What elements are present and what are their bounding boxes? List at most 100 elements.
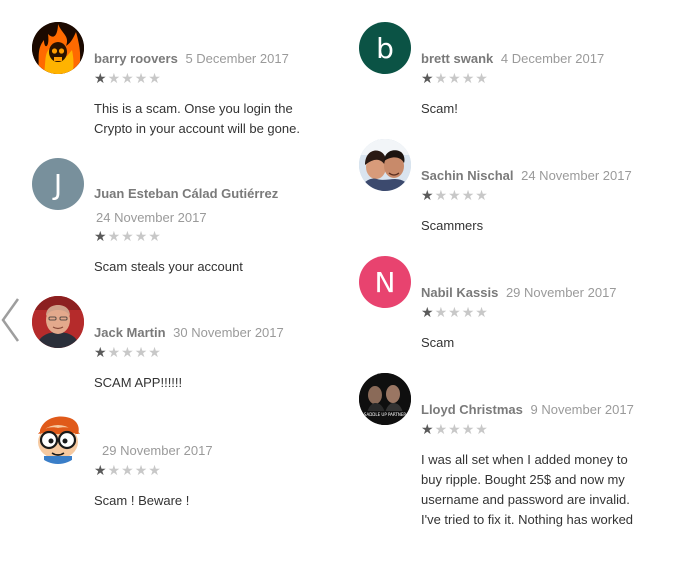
review-header: brett swank 4 December 2017 (421, 51, 689, 67)
star-empty-icon: ★ (448, 187, 462, 203)
review-body: Nabil Kassis 29 November 2017 ★★★★★ Scam (421, 256, 689, 353)
star-empty-icon: ★ (134, 462, 149, 478)
reviewer-avatar: b (359, 22, 411, 74)
review-date: 4 December 2017 (500, 51, 605, 66)
avatar-letter: b (376, 31, 394, 65)
star-empty-icon: ★ (461, 304, 476, 320)
couple-selfie-avatar (359, 139, 411, 191)
star-empty-icon: ★ (475, 187, 489, 203)
star-filled-icon: ★ (421, 304, 435, 320)
star-rating: ★★★★★ (421, 421, 689, 437)
star-empty-icon: ★ (107, 70, 122, 86)
review-date: 24 November 2017 (96, 210, 207, 225)
star-empty-icon: ★ (461, 187, 476, 203)
review-date: 24 November 2017 (521, 168, 632, 183)
star-empty-icon: ★ (475, 304, 489, 320)
star-empty-icon: ★ (434, 421, 449, 437)
review-date: 5 December 2017 (185, 51, 289, 66)
review-date: 29 November 2017 (505, 285, 617, 300)
star-rating: ★★★★★ (421, 187, 689, 203)
star-filled-icon: ★ (94, 462, 108, 478)
review-header: barry roovers 5 December 2017 (94, 51, 332, 67)
star-filled-icon: ★ (94, 344, 108, 360)
star-filled-icon: ★ (421, 187, 435, 203)
star-empty-icon: ★ (134, 228, 149, 244)
author-name[interactable]: Juan Esteban Cálad Gutiérrez (94, 186, 278, 201)
star-empty-icon: ★ (107, 228, 122, 244)
star-empty-icon: ★ (448, 70, 462, 86)
previous-arrow-button[interactable] (0, 296, 22, 344)
reviewer-avatar: J (32, 158, 84, 210)
review-header: 29 November 2017 (94, 443, 332, 459)
star-empty-icon: ★ (434, 304, 449, 320)
star-rating: ★★★★★ (94, 344, 332, 360)
star-rating: ★★★★★ (94, 462, 332, 478)
star-empty-icon: ★ (121, 462, 135, 478)
review-body: Lloyd Christmas 9 November 2017 ★★★★★ I … (421, 373, 689, 530)
review-header: Juan Esteban Cálad Gutiérrez (94, 186, 332, 202)
author-name[interactable]: barry roovers (94, 51, 178, 66)
star-rating: ★★★★★ (421, 70, 689, 86)
star-empty-icon: ★ (121, 228, 135, 244)
review-text: This is a scam. Onse you login the Crypt… (94, 101, 300, 136)
reviewer-avatar (32, 412, 84, 464)
star-empty-icon: ★ (434, 187, 449, 203)
bald-man-photo-avatar (32, 296, 84, 348)
review-body: brett swank 4 December 2017 ★★★★★ Scam! (421, 22, 689, 119)
review-text: Scam ! Beware ! (94, 493, 190, 508)
star-empty-icon: ★ (121, 70, 135, 86)
star-empty-icon: ★ (134, 70, 149, 86)
star-empty-icon: ★ (148, 344, 162, 360)
star-empty-icon: ★ (475, 70, 489, 86)
review-date: 9 November 2017 (530, 402, 634, 417)
star-empty-icon: ★ (107, 344, 122, 360)
star-empty-icon: ★ (148, 70, 162, 86)
reviewer-avatar (32, 296, 84, 348)
star-empty-icon: ★ (121, 344, 135, 360)
author-name[interactable]: Lloyd Christmas (421, 402, 523, 417)
avatar-letter: N (374, 265, 396, 299)
flaming-skull-avatar (32, 22, 84, 74)
chevron-left-icon (1, 298, 20, 342)
review-date: 30 November 2017 (173, 325, 284, 340)
review-date: 29 November 2017 (102, 443, 213, 458)
review-text: Scammers (421, 218, 484, 233)
star-empty-icon: ★ (448, 421, 462, 437)
author-name[interactable]: Nabil Kassis (421, 285, 498, 300)
star-empty-icon: ★ (148, 228, 162, 244)
star-empty-icon: ★ (134, 344, 149, 360)
star-rating: ★★★★★ (421, 304, 689, 320)
author-name[interactable]: brett swank (421, 51, 493, 66)
star-empty-icon: ★ (434, 70, 449, 86)
author-name[interactable]: Sachin Nischal (421, 168, 513, 183)
star-empty-icon: ★ (475, 421, 489, 437)
review-header: Lloyd Christmas 9 November 2017 (421, 402, 689, 418)
star-empty-icon: ★ (461, 70, 476, 86)
review-header: Jack Martin 30 November 2017 (94, 325, 332, 341)
review-body: Juan Esteban Cálad Gutiérrez 24 November… (94, 158, 332, 277)
star-filled-icon: ★ (421, 421, 435, 437)
star-empty-icon: ★ (461, 421, 476, 437)
review-text: SCAM APP!!!!!! (94, 375, 183, 390)
review-body: Sachin Nischal 24 November 2017 ★★★★★ Sc… (421, 139, 689, 236)
movie-poster-avatar: SADDLE UP PARTNER (359, 373, 411, 425)
review-text: Scam! (421, 101, 458, 116)
reviewer-avatar: SADDLE UP PARTNER (359, 373, 411, 425)
poster-caption-art: SADDLE UP PARTNER (364, 412, 406, 417)
review-text: Scam steals your account (94, 259, 243, 274)
star-filled-icon: ★ (94, 228, 108, 244)
star-rating: ★★★★★ (94, 70, 332, 86)
review-text: I was all set when I added money to buy … (421, 452, 634, 527)
author-name[interactable]: Jack Martin (94, 325, 166, 340)
cartoon-boy-glasses-avatar (32, 412, 84, 464)
review-header: Sachin Nischal 24 November 2017 (421, 168, 689, 184)
star-rating: ★★★★★ (94, 228, 332, 244)
review-body: barry roovers 5 December 2017 ★★★★★ This… (94, 22, 332, 139)
avatar-letter: J (53, 167, 63, 201)
review-body: 29 November 2017 ★★★★★ Scam ! Beware ! (94, 412, 332, 511)
review-header: Nabil Kassis 29 November 2017 (421, 285, 689, 301)
review-body: Jack Martin 30 November 2017 ★★★★★ SCAM … (94, 296, 332, 393)
reviewer-avatar (32, 22, 84, 74)
reviewer-avatar (359, 139, 411, 191)
star-empty-icon: ★ (448, 304, 462, 320)
